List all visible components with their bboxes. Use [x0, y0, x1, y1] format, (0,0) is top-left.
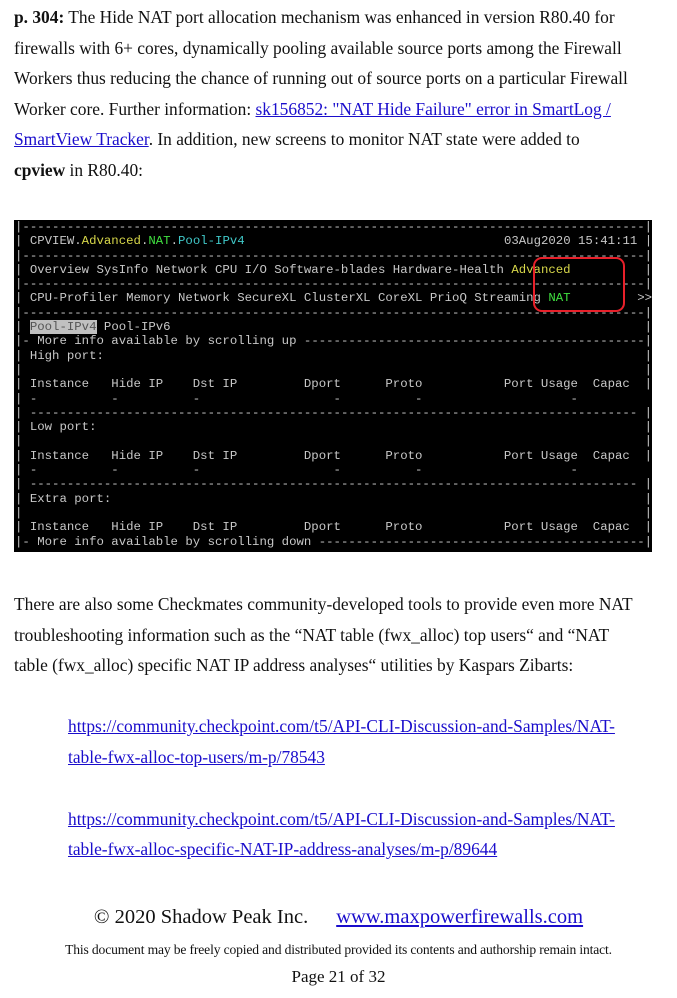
- link-text[interactable]: https://community.checkpoint.com/t5/API-…: [68, 809, 615, 829]
- sk156852-link-continued[interactable]: SmartView Tracker: [14, 129, 149, 149]
- terminal-line: | |: [15, 363, 652, 377]
- terminal-fill: |: [170, 320, 652, 335]
- page-number: Page 21 of 32: [291, 967, 386, 986]
- sk156852-link[interactable]: sk156852: "NAT Hide Failure" error in Sm…: [256, 99, 611, 119]
- text-line: Workers thus reducing the chance of runn…: [14, 68, 628, 89]
- terminal-text-segment: |: [15, 320, 30, 335]
- terminal-text-segment: | - - - - - -: [15, 463, 578, 478]
- link-top-users-continued[interactable]: table-fwx-alloc-top-users/m-p/78543: [68, 746, 325, 768]
- terminal-fill: |: [22, 362, 652, 377]
- terminal-fill: ----------------------------------------…: [303, 334, 652, 349]
- text-line: There are also some Checkmates community…: [14, 594, 633, 614]
- terminal-fill: |: [96, 420, 652, 435]
- terminal-text-segment: | Instance Hide IP Dst IP Dport Proto Po…: [15, 448, 630, 463]
- text: The Hide NAT port allocation mechanism w…: [64, 7, 615, 27]
- terminal-text-segment: | Low port:: [15, 420, 97, 435]
- terminal-line: | Instance Hide IP Dst IP Dport Proto Po…: [15, 520, 652, 534]
- link-specific-ip-continued[interactable]: table-fwx-alloc-specific-NAT-IP-address-…: [68, 838, 497, 860]
- terminal-line: | |: [15, 506, 652, 520]
- terminal-line: | |: [15, 434, 652, 448]
- terminal-text-segment: Pool-IPv6: [96, 320, 171, 335]
- terminal-line: | Extra port: |: [15, 492, 652, 506]
- link-text[interactable]: https://community.checkpoint.com/t5/API-…: [68, 716, 615, 736]
- terminal-text-segment: | Extra port:: [15, 491, 112, 506]
- link-text[interactable]: table-fwx-alloc-specific-NAT-IP-address-…: [68, 839, 497, 859]
- terminal-line: | --------------------------------------…: [15, 406, 652, 420]
- terminal-text-segment: | - - - - - -: [15, 391, 578, 406]
- terminal-fill: 03Aug2020 15:41:11 |: [244, 234, 652, 249]
- page-reference: p. 304:: [14, 7, 65, 27]
- terminal-text-segment: | Instance Hide IP Dst IP Dport Proto Po…: [15, 377, 630, 392]
- terminal-text-segment: | Overview SysInfo Network CPU I/O Softw…: [15, 262, 512, 277]
- text-line: troubleshooting information such as the …: [14, 624, 610, 645]
- terminal-line: | High port: |: [15, 349, 652, 363]
- terminal-fill: ----------------------------------------…: [318, 534, 652, 549]
- terminal-line: | - - - - - -: [15, 463, 652, 477]
- text-line: SmartView Tracker. In addition, new scre…: [14, 128, 580, 150]
- terminal-text-segment: | High port:: [15, 348, 104, 363]
- terminal-text-segment: |: [15, 477, 30, 492]
- link-text[interactable]: table-fwx-alloc-top-users/m-p/78543: [68, 747, 325, 767]
- terminal-line: | Pool-IPv4 Pool-IPv6 |: [15, 320, 652, 335]
- text: . In addition, new screens to monitor NA…: [148, 129, 580, 150]
- terminal-text-segment: | CPU-Profiler Memory Network SecureXL C…: [15, 291, 549, 306]
- link-specific-ip[interactable]: https://community.checkpoint.com/t5/API-…: [68, 808, 615, 830]
- terminal-line: |---------------------------------------…: [15, 220, 652, 234]
- terminal-line: | CPVIEW.Advanced.NAT.Pool-IPv4 03Aug202…: [15, 234, 652, 248]
- terminal-line: | Instance Hide IP Dst IP Dport Proto Po…: [15, 377, 652, 391]
- terminal-text-segment: |- More info available by scrolling down: [15, 534, 319, 549]
- terminal-text-segment: | Instance Hide IP Dst IP Dport Proto Po…: [15, 520, 630, 535]
- text: Worker core. Further information:: [14, 98, 256, 119]
- terminal-text-segment: Pool-IPv4: [178, 234, 245, 249]
- terminal-fill: |: [629, 377, 652, 392]
- terminal-line: | - - - - - -: [15, 392, 652, 406]
- red-highlight-box: [533, 257, 625, 312]
- terminal-fill: ----------------------------------------…: [29, 477, 652, 492]
- selected-tab: Pool-IPv4: [29, 320, 97, 335]
- terminal-line: | Low port: |: [15, 420, 652, 434]
- terminal-fill: |: [629, 448, 652, 463]
- text-line: p. 304: The Hide NAT port allocation mec…: [14, 6, 615, 28]
- website-link[interactable]: www.maxpowerfirewalls.com: [336, 906, 583, 928]
- cpview-term: cpview: [14, 160, 66, 180]
- terminal-fill: |: [22, 505, 652, 520]
- cpview-terminal-screenshot: |---------------------------------------…: [14, 220, 652, 552]
- footer-copyright-line: © 2020 Shadow Peak Inc. www.maxpowerfirew…: [0, 906, 677, 929]
- terminal-fill: [578, 392, 652, 406]
- link-top-users[interactable]: https://community.checkpoint.com/t5/API-…: [68, 715, 615, 737]
- text: in R80.40:: [65, 160, 143, 180]
- terminal-text-segment: | CPVIEW.: [15, 234, 82, 249]
- terminal-text-segment: |- More info available by scrolling up: [15, 334, 304, 349]
- terminal-fill: ----------------------------------------…: [29, 405, 652, 420]
- terminal-fill: [578, 463, 652, 477]
- terminal-line: |- More info available by scrolling down…: [15, 535, 652, 549]
- terminal-text-segment: |: [15, 405, 30, 420]
- terminal-line: |- More info available by scrolling up -…: [15, 334, 652, 348]
- copyright: © 2020 Shadow Peak Inc.: [93, 906, 309, 928]
- terminal-fill: |: [111, 491, 652, 506]
- terminal-text-segment: Advanced: [81, 234, 141, 249]
- terminal-text-segment: NAT: [148, 234, 171, 249]
- terminal-line: | --------------------------------------…: [15, 477, 652, 491]
- text-line: cpview in R80.40:: [14, 159, 143, 181]
- text-line: firewalls with 6+ cores, dynamically poo…: [14, 37, 622, 58]
- text-line: Worker core. Further information: sk1568…: [14, 98, 611, 120]
- text-line: table (fwx_alloc) specific NAT IP addres…: [14, 655, 574, 676]
- terminal-fill: |: [22, 434, 652, 449]
- terminal-text-segment: .: [170, 234, 179, 249]
- terminal-line: | Instance Hide IP Dst IP Dport Proto Po…: [15, 449, 652, 463]
- terminal-fill: |: [103, 348, 652, 363]
- terminal-fill: |: [629, 520, 652, 535]
- footer-notice: This document may be freely copied and d…: [65, 942, 612, 957]
- terminal-fill: ----------------------------------------…: [22, 220, 652, 234]
